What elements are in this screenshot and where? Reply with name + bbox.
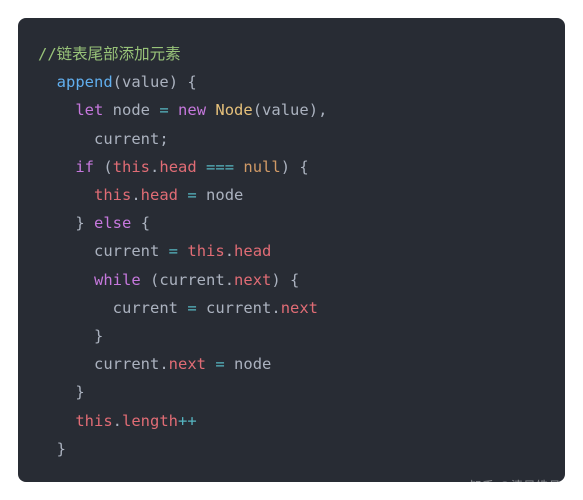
dot: . — [131, 186, 140, 204]
prop-next: next — [281, 299, 318, 317]
var-current: current — [94, 130, 159, 148]
dot: . — [113, 412, 122, 430]
paren-open: ( — [103, 158, 112, 176]
brace-close: } — [94, 327, 103, 345]
kw-new: new — [178, 101, 206, 119]
code-comment: //链表尾部添加元素 — [38, 45, 181, 63]
brace-open: { — [141, 214, 150, 232]
var-node: node — [234, 355, 271, 373]
brace-close: } — [75, 383, 84, 401]
class-node: Node — [215, 101, 252, 119]
op-assign: = — [169, 242, 178, 260]
code-block: //链表尾部添加元素 append(value) { let node = ne… — [18, 18, 565, 482]
var-current: current — [159, 271, 224, 289]
kw-if: if — [75, 158, 94, 176]
dot: . — [225, 242, 234, 260]
prop-head: head — [141, 186, 178, 204]
paren-open: ( — [113, 73, 122, 91]
brace-open: { — [290, 271, 299, 289]
op-assign: = — [187, 299, 196, 317]
prop-head: head — [234, 242, 271, 260]
op-inc: ++ — [178, 412, 197, 430]
paren-open: ( — [150, 271, 159, 289]
watermark: 知乎 @清风皓月 — [469, 477, 561, 494]
comma: , — [318, 101, 327, 119]
brace-open: { — [187, 73, 196, 91]
var-current: current — [94, 242, 159, 260]
dot: . — [150, 158, 159, 176]
code-func-name: append — [57, 73, 113, 91]
arg-value: value — [262, 101, 309, 119]
brace-close: } — [75, 214, 84, 232]
var-current: current — [94, 355, 159, 373]
code-param: value — [122, 73, 169, 91]
var-current: current — [206, 299, 271, 317]
prop-next: next — [234, 271, 271, 289]
kw-this: this — [94, 186, 131, 204]
op-eq3: === — [206, 158, 234, 176]
semicolon: ; — [159, 130, 168, 148]
var-node: node — [113, 101, 150, 119]
brace-close: } — [57, 440, 66, 458]
kw-this: this — [113, 158, 150, 176]
dot: . — [271, 299, 280, 317]
kw-this: this — [187, 242, 224, 260]
kw-else: else — [94, 214, 131, 232]
paren-open: ( — [253, 101, 262, 119]
paren-close: ) — [271, 271, 280, 289]
var-node: node — [206, 186, 243, 204]
kw-let: let — [75, 101, 103, 119]
dot: . — [159, 355, 168, 373]
kw-while: while — [94, 271, 141, 289]
op-assign: = — [159, 101, 168, 119]
prop-head: head — [159, 158, 196, 176]
code-content: //链表尾部添加元素 append(value) { let node = ne… — [38, 40, 545, 463]
kw-this: this — [75, 412, 112, 430]
op-assign: = — [187, 186, 196, 204]
prop-next: next — [169, 355, 206, 373]
op-assign: = — [215, 355, 224, 373]
paren-close: ) — [169, 73, 178, 91]
var-current: current — [113, 299, 178, 317]
prop-length: length — [122, 412, 178, 430]
brace-open: { — [299, 158, 308, 176]
paren-close: ) — [309, 101, 318, 119]
lit-null: null — [243, 158, 280, 176]
dot: . — [225, 271, 234, 289]
paren-close: ) — [281, 158, 290, 176]
